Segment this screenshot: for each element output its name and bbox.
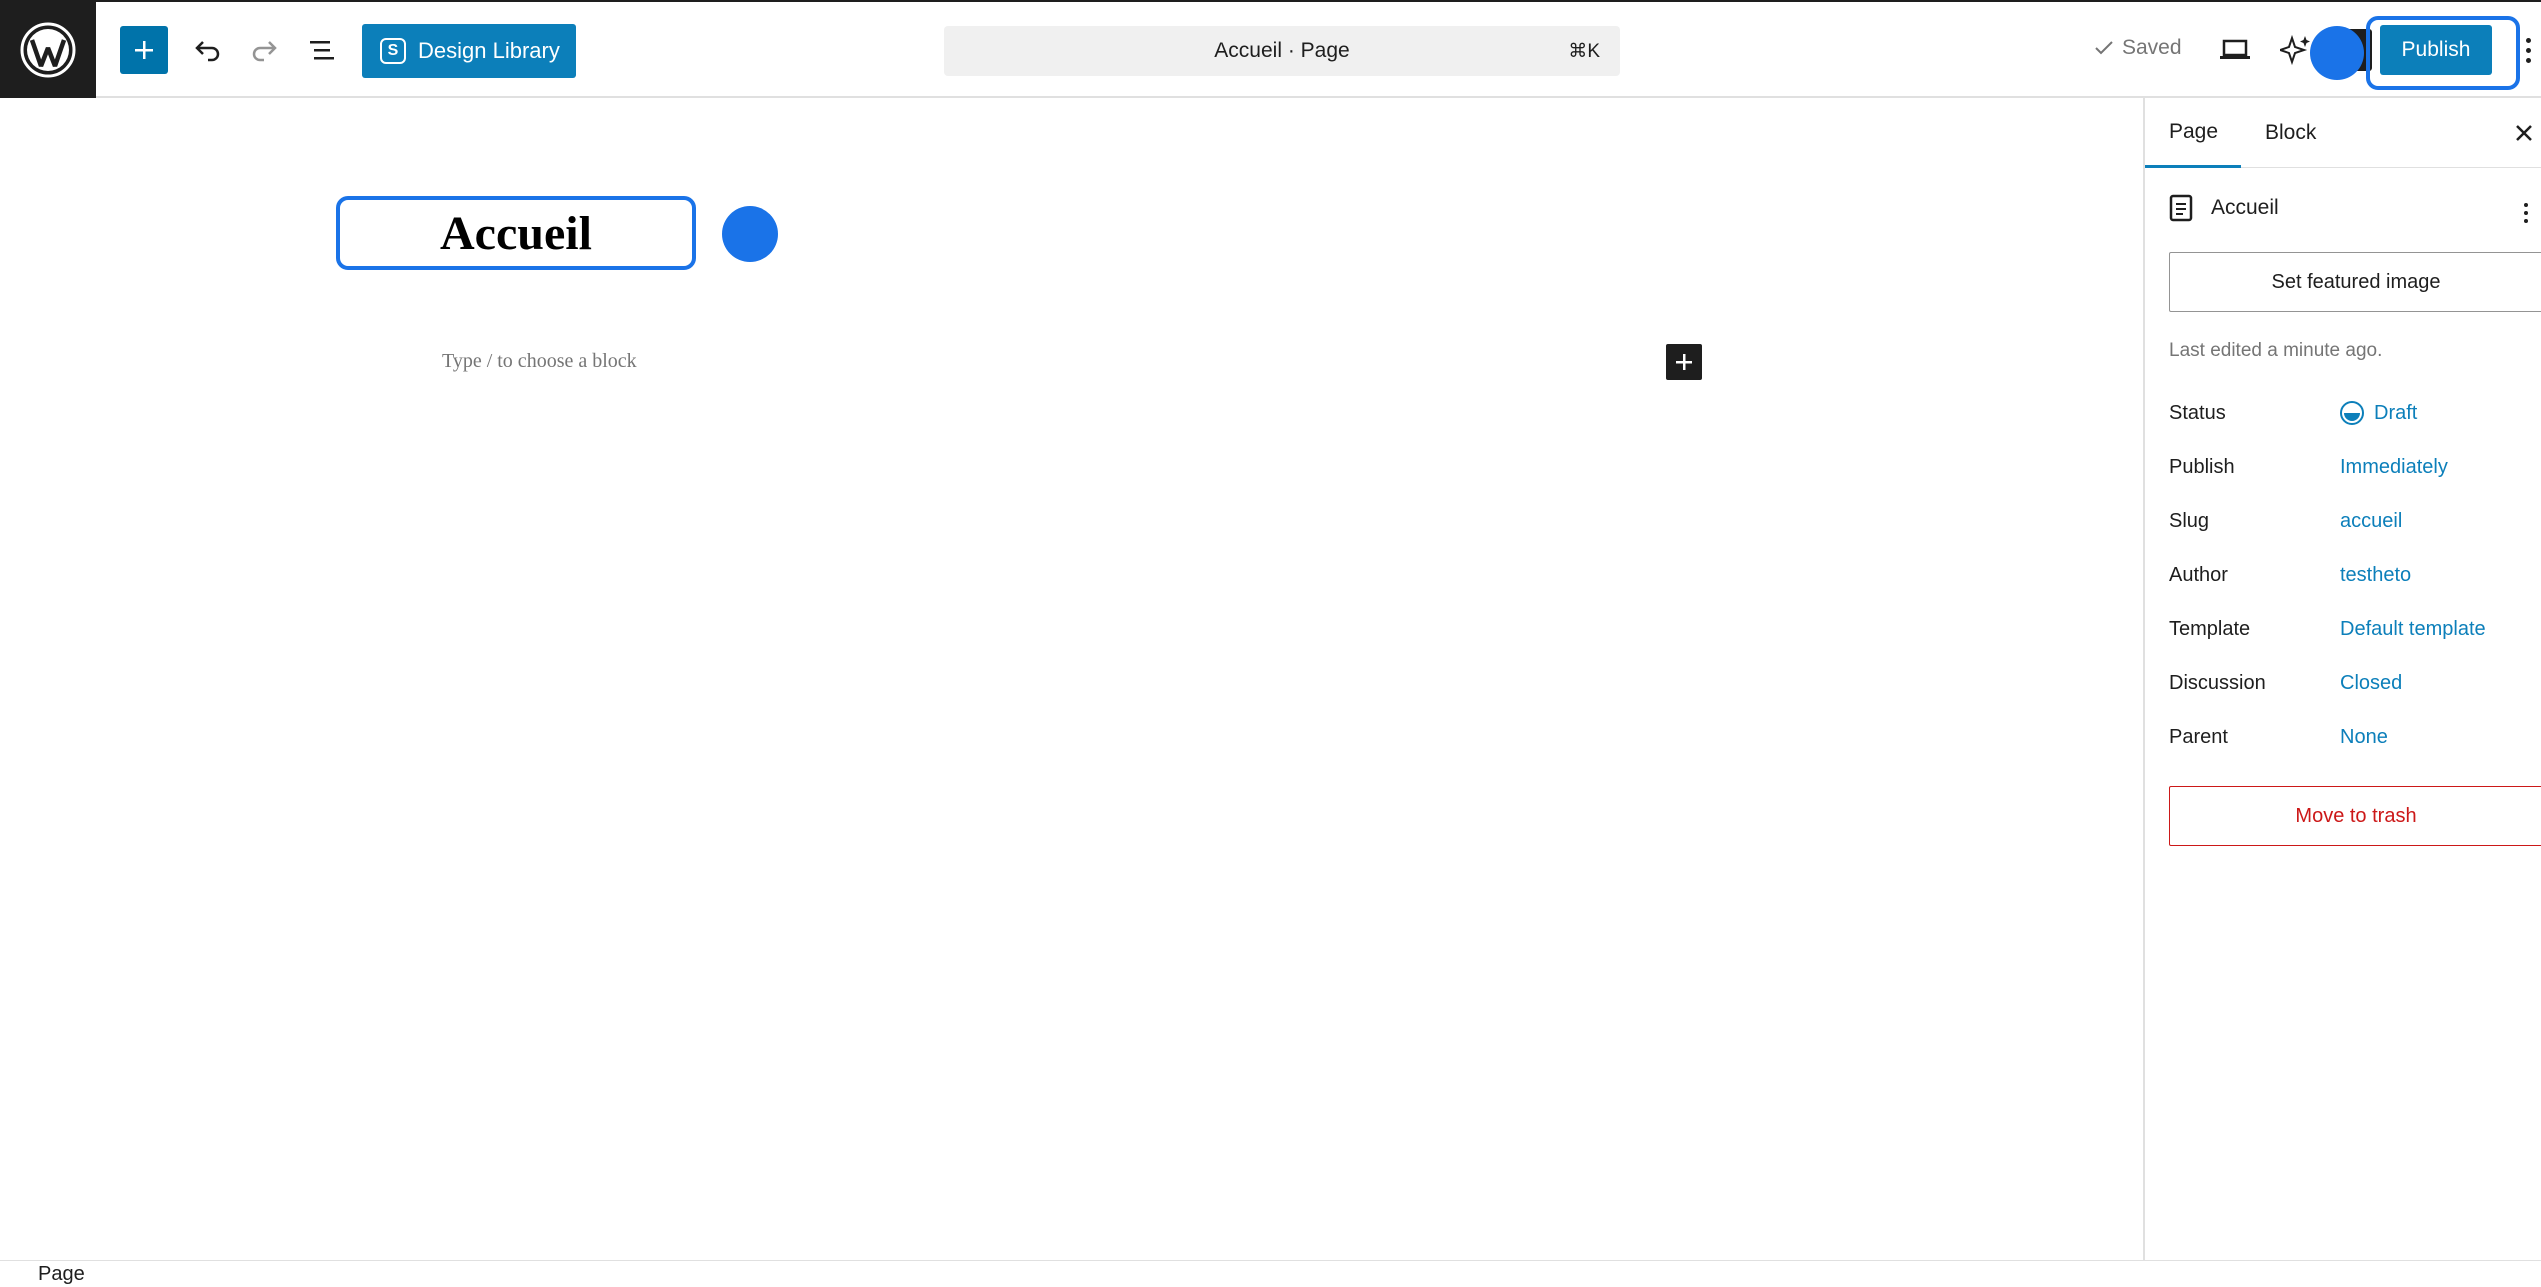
block-breadcrumb-bar: Page xyxy=(0,1260,2541,1287)
meta-row-template: Template Default template xyxy=(2169,614,2541,644)
meta-row-parent: Parent None xyxy=(2169,722,2541,752)
plus-icon xyxy=(1676,354,1692,370)
discussion-value[interactable]: Closed xyxy=(2340,672,2402,695)
status-value[interactable]: Draft xyxy=(2340,401,2417,425)
parent-value[interactable]: None xyxy=(2340,726,2388,749)
saved-indicator: Saved xyxy=(2094,36,2182,60)
page-title[interactable]: Accueil xyxy=(440,206,592,261)
template-value[interactable]: Default template xyxy=(2340,618,2486,641)
editor-canvas[interactable]: Accueil Type / to choose a block xyxy=(0,98,2143,1260)
last-edited-text: Last edited a minute ago. xyxy=(2169,340,2383,361)
design-library-button[interactable]: S Design Library xyxy=(362,24,576,78)
meta-label: Publish xyxy=(2169,455,2235,478)
tab-block[interactable]: Block xyxy=(2241,98,2340,168)
meta-row-discussion: Discussion Closed xyxy=(2169,668,2541,698)
close-icon xyxy=(2516,125,2532,141)
meta-row-status: Status Draft xyxy=(2169,398,2541,428)
preview-button[interactable] xyxy=(2210,28,2260,72)
redo-button[interactable] xyxy=(242,28,286,72)
document-actions-button[interactable] xyxy=(2521,198,2531,228)
click-marker xyxy=(722,206,778,262)
more-vertical-icon xyxy=(2524,203,2528,207)
breadcrumb-item[interactable]: Page xyxy=(38,1263,85,1286)
slug-value[interactable]: accueil xyxy=(2340,510,2402,533)
author-value[interactable]: testheto xyxy=(2340,564,2411,587)
document-title: Accueil xyxy=(2211,196,2279,219)
meta-label: Status xyxy=(2169,401,2226,424)
options-menu-button[interactable] xyxy=(2518,28,2538,72)
meta-label: Parent xyxy=(2169,725,2228,748)
design-library-icon: S xyxy=(380,38,406,64)
meta-label: Discussion xyxy=(2169,671,2266,694)
meta-label: Author xyxy=(2169,563,2228,586)
wordpress-logo-icon[interactable] xyxy=(0,2,96,98)
status-value-text: Draft xyxy=(2374,401,2418,424)
undo-button[interactable] xyxy=(186,28,230,72)
publish-button[interactable]: Publish xyxy=(2380,25,2492,75)
meta-label: Slug xyxy=(2169,509,2210,532)
close-sidebar-button[interactable] xyxy=(2509,118,2539,148)
desktop-preview-icon xyxy=(2220,39,2250,59)
publish-date-value[interactable]: Immediately xyxy=(2340,456,2448,479)
sidebar-tabs: Page Block xyxy=(2145,98,2541,168)
saved-label: Saved xyxy=(2122,36,2182,59)
set-featured-image-button[interactable]: Set featured image xyxy=(2169,252,2541,312)
block-placeholder[interactable]: Type / to choose a block xyxy=(442,350,637,373)
block-inserter-button[interactable] xyxy=(1666,344,1702,380)
sparkle-icon xyxy=(2280,34,2310,66)
list-view-icon xyxy=(310,41,334,60)
command-shortcut: ⌘K xyxy=(1568,41,1600,62)
publish-label: Publish xyxy=(2401,38,2471,61)
click-marker xyxy=(2310,26,2364,80)
check-icon xyxy=(2095,41,2113,55)
document-title-label: Accueil · Page xyxy=(1214,39,1350,62)
design-library-label: Design Library xyxy=(418,38,560,63)
draft-status-icon xyxy=(2340,401,2364,425)
redo-icon xyxy=(252,41,277,62)
plus-icon xyxy=(135,41,153,59)
meta-row-author: Author testheto xyxy=(2169,560,2541,590)
undo-icon xyxy=(195,41,220,62)
page-icon xyxy=(2169,194,2193,222)
document-summary: Accueil xyxy=(2169,194,2279,222)
list-view-button[interactable] xyxy=(300,28,344,72)
more-vertical-icon xyxy=(2525,37,2531,43)
page-title-block[interactable]: Accueil xyxy=(336,196,696,270)
meta-row-publish: Publish Immediately xyxy=(2169,452,2541,482)
editor-toolbar: S Design Library Accueil · Page ⌘K Saved… xyxy=(0,0,2541,98)
command-palette-bar[interactable]: Accueil · Page ⌘K xyxy=(944,26,1620,76)
meta-label: Template xyxy=(2169,617,2251,640)
add-block-button[interactable] xyxy=(120,26,168,74)
tab-page[interactable]: Page xyxy=(2145,98,2241,168)
meta-row-slug: Slug accueil xyxy=(2169,506,2541,536)
move-to-trash-button[interactable]: Move to trash xyxy=(2169,786,2541,846)
settings-sidebar: Page Block Accueil Set featured image La… xyxy=(2143,98,2541,1260)
